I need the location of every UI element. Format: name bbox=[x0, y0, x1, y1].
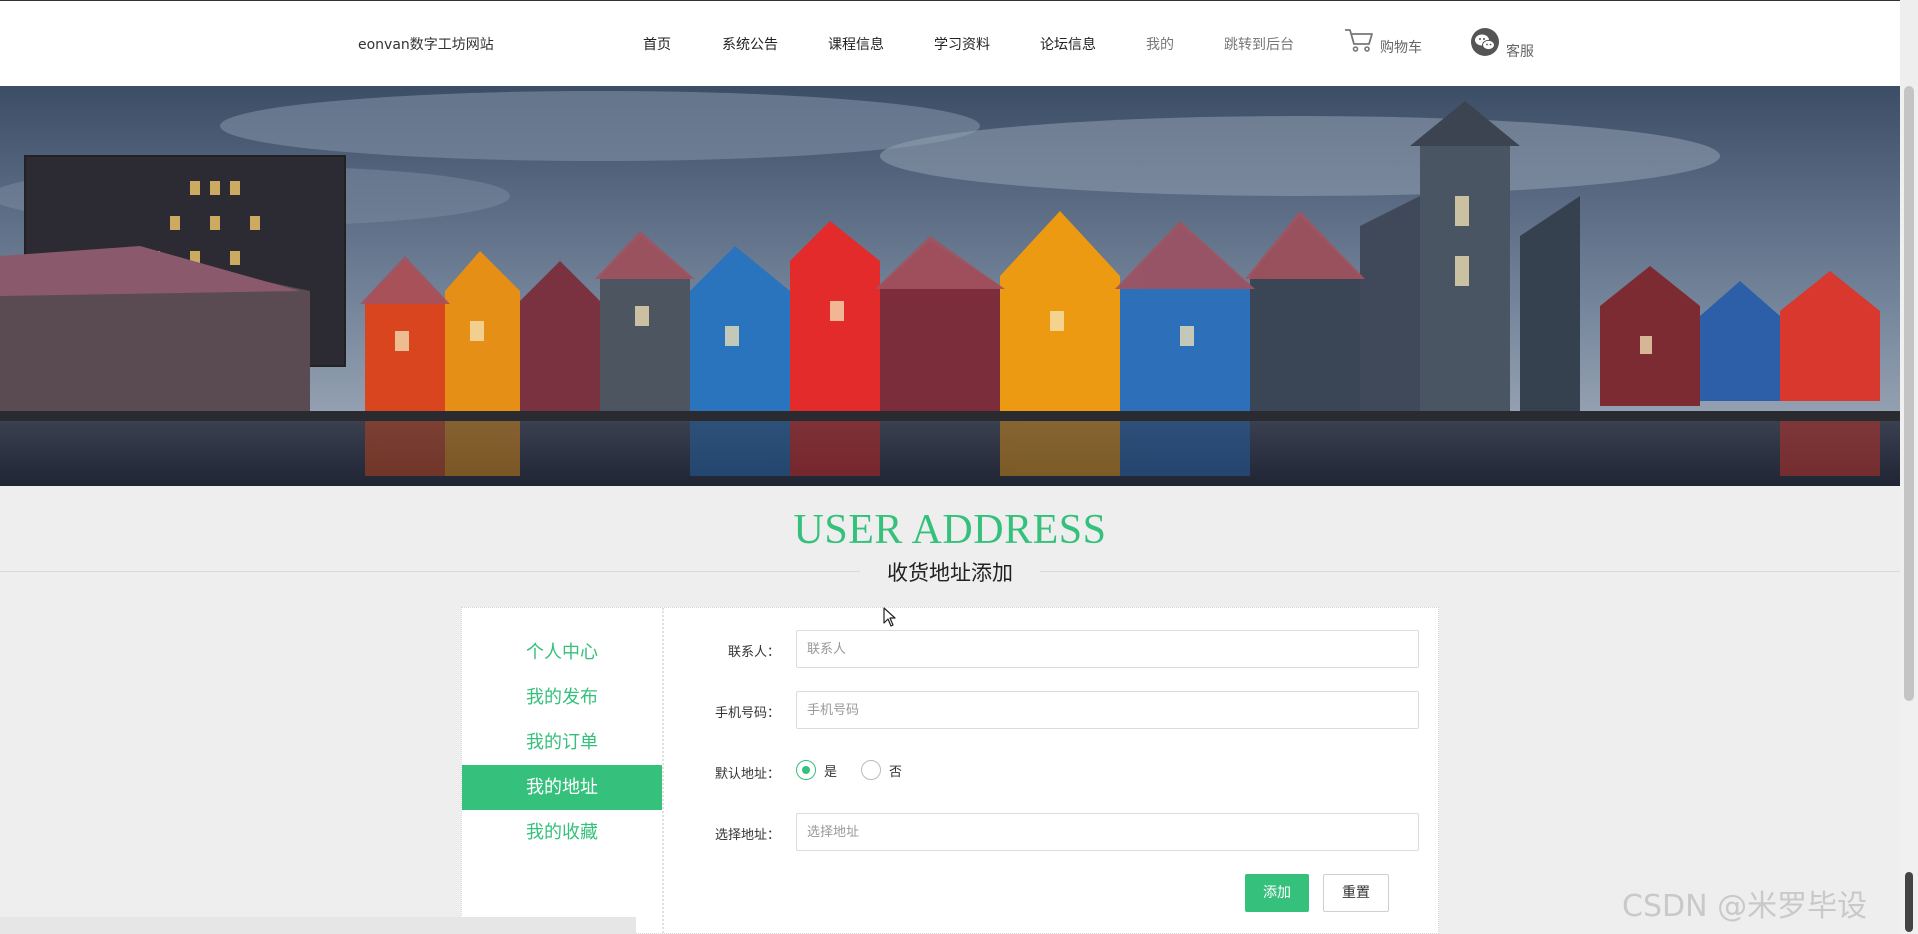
default-yes-radio[interactable] bbox=[796, 760, 816, 780]
cart-label: 购物车 bbox=[1380, 40, 1422, 56]
sidebar-item-address[interactable]: 我的地址 bbox=[462, 765, 662, 810]
add-button[interactable]: 添加 bbox=[1245, 874, 1309, 912]
main-nav: 首页 系统公告 课程信息 学习资料 论坛信息 我的 跳转到后台 bbox=[0, 34, 1900, 54]
customer-service-link[interactable]: 客服 bbox=[1470, 27, 1534, 61]
default-address-label: 默认地址： bbox=[714, 767, 780, 782]
sidebar-item-orders[interactable]: 我的订单 bbox=[462, 720, 662, 765]
address-panel: 个人中心 我的发布 我的订单 我的地址 我的收藏 联系人： 手机号码： 默认地址… bbox=[461, 607, 1439, 934]
nav-mine[interactable]: 我的 bbox=[1146, 34, 1174, 54]
service-label: 客服 bbox=[1506, 44, 1534, 60]
sidebar-item-favorites[interactable]: 我的收藏 bbox=[462, 810, 662, 855]
bottom-bar bbox=[0, 917, 636, 934]
scrollbar-thumb[interactable] bbox=[1904, 86, 1914, 701]
select-address-label: 选择地址： bbox=[714, 828, 780, 843]
page-title-en: USER ADDRESS bbox=[793, 507, 1107, 553]
page-scrollbar[interactable] bbox=[1900, 86, 1918, 934]
default-address-radio-group: 是 否 bbox=[796, 760, 926, 780]
scrollbar-indicator bbox=[1905, 872, 1913, 932]
page-title-cn: 收货地址添加 bbox=[860, 557, 1040, 587]
default-no-label[interactable]: 否 bbox=[889, 761, 902, 780]
nav-materials[interactable]: 学习资料 bbox=[934, 34, 990, 54]
default-no-radio[interactable] bbox=[861, 760, 882, 780]
phone-label: 手机号码： bbox=[714, 706, 780, 721]
phone-input[interactable] bbox=[796, 691, 1419, 729]
wechat-icon bbox=[1470, 27, 1500, 61]
nav-admin[interactable]: 跳转到后台 bbox=[1224, 34, 1294, 54]
reset-button[interactable]: 重置 bbox=[1323, 874, 1389, 912]
top-navbar: eonvan数字工坊网站 首页 系统公告 课程信息 学习资料 论坛信息 我的 跳… bbox=[0, 0, 1900, 86]
nav-forum[interactable]: 论坛信息 bbox=[1040, 34, 1096, 54]
contact-label: 联系人： bbox=[727, 645, 780, 660]
contact-input[interactable] bbox=[796, 630, 1419, 668]
banner-image bbox=[0, 86, 1900, 486]
user-sidebar: 个人中心 我的发布 我的订单 我的地址 我的收藏 bbox=[462, 608, 664, 933]
csdn-watermark: CSDN @米罗毕设 bbox=[1622, 889, 1868, 924]
mouse-cursor-icon bbox=[883, 607, 897, 631]
default-yes-label[interactable]: 是 bbox=[824, 761, 837, 780]
cart-icon bbox=[1344, 27, 1374, 57]
nav-home[interactable]: 首页 bbox=[643, 34, 671, 54]
sidebar-item-profile[interactable]: 个人中心 bbox=[462, 630, 662, 675]
cart-link[interactable]: 购物车 bbox=[1344, 27, 1422, 57]
nav-announcements[interactable]: 系统公告 bbox=[722, 34, 778, 54]
select-address-input[interactable] bbox=[796, 813, 1419, 851]
sidebar-item-posts[interactable]: 我的发布 bbox=[462, 675, 662, 720]
nav-courses[interactable]: 课程信息 bbox=[828, 34, 884, 54]
